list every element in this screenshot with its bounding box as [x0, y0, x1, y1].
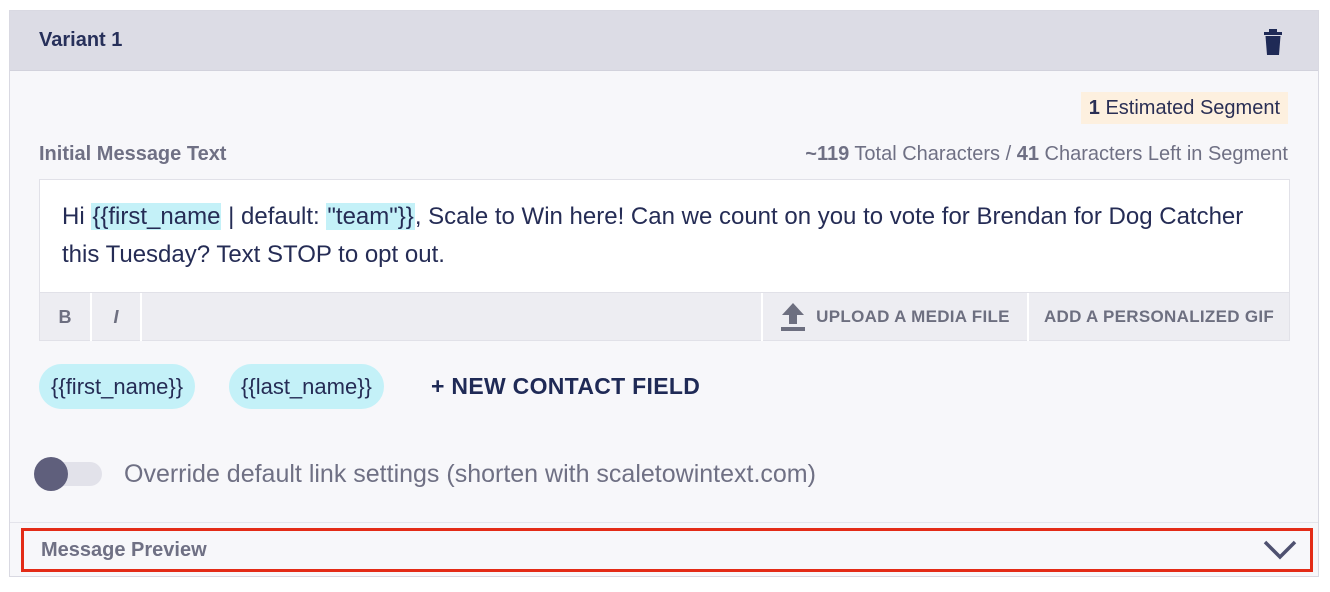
default-value-tag[interactable]: "team"}} — [326, 203, 415, 230]
link-settings-toggle[interactable] — [34, 457, 104, 491]
character-count: ~119 Total Characters / 41 Characters Le… — [805, 143, 1288, 166]
message-text[interactable]: Hi {{first_name | default: "team"}}, Sca… — [62, 198, 1252, 274]
total-characters: ~119 — [805, 143, 850, 165]
trash-icon[interactable] — [1262, 29, 1284, 55]
message-editor[interactable]: Hi {{first_name | default: "team"}}, Sca… — [39, 179, 1290, 341]
message-text-start: Hi — [62, 203, 92, 230]
characters-left-label: Characters Left in Segment — [1044, 143, 1288, 165]
total-characters-label: Total Characters / — [854, 143, 1012, 165]
contact-field-last-name[interactable]: {{last_name}} — [229, 364, 384, 409]
chevron-down-icon[interactable] — [1262, 539, 1298, 561]
link-settings-label: Override default link settings (shorten … — [124, 460, 816, 488]
first-name-tag[interactable]: {{first_name — [91, 203, 222, 230]
message-text-label: Initial Message Text — [39, 143, 227, 165]
upload-label: UPLOAD A MEDIA FILE — [816, 307, 1010, 326]
tag-default-label: | default: — [221, 203, 327, 230]
contact-field-first-name[interactable]: {{first_name}} — [39, 364, 196, 409]
estimated-segment-badge: 1 Estimated Segment — [1080, 92, 1288, 124]
upload-media-button[interactable]: UPLOAD A MEDIA FILE — [761, 293, 1029, 341]
message-preview-toggle[interactable]: Message Preview — [21, 528, 1313, 572]
italic-button[interactable]: I — [92, 293, 142, 341]
editor-toolbar: B I UPLOAD A MEDIA FILE ADD A PERSONALIZ… — [40, 292, 1289, 341]
segment-label: Estimated Segment — [1105, 97, 1280, 119]
upload-icon — [781, 303, 806, 331]
segment-count: 1 — [1088, 97, 1100, 119]
personalized-gif-button[interactable]: ADD A PERSONALIZED GIF — [1029, 293, 1289, 341]
variant-card: Variant 1 1 Estimated Segment Initial Me… — [9, 10, 1319, 577]
variant-header: Variant 1 — [10, 11, 1318, 71]
characters-left: 41 — [1016, 143, 1039, 165]
message-preview-row: Message Preview — [10, 522, 1318, 578]
new-contact-field-button[interactable]: + NEW CONTACT FIELD — [431, 373, 700, 400]
toggle-knob — [34, 457, 68, 491]
message-preview-label: Message Preview — [41, 539, 207, 561]
variant-title: Variant 1 — [39, 29, 123, 51]
bold-button[interactable]: B — [40, 293, 92, 341]
